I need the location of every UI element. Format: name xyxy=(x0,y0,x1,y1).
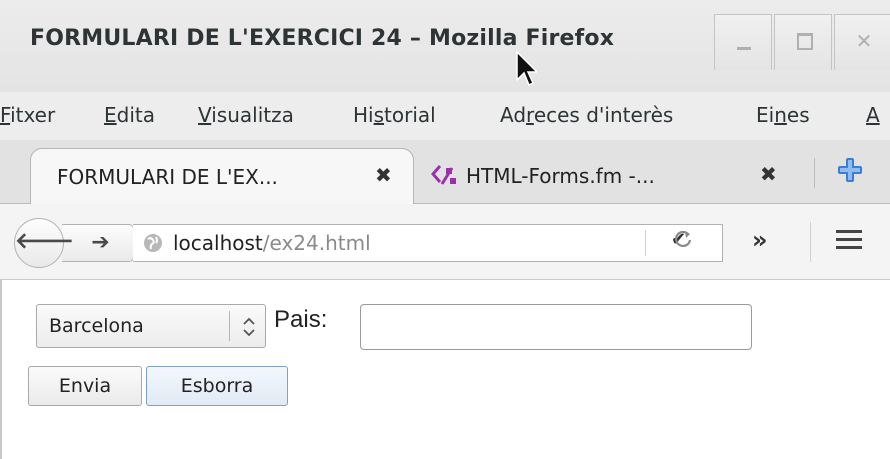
menu-adreces[interactable]: Adreces d'interès xyxy=(500,103,673,127)
menu-fitxer[interactable]: Fitxer xyxy=(0,103,55,127)
close-window-button[interactable]: ✕ xyxy=(834,14,890,70)
tab-close-icon[interactable]: ✖ xyxy=(760,162,777,186)
page-content: Barcelona Pais: Envia Esborra xyxy=(0,280,890,459)
menu-eines[interactable]: Eines xyxy=(756,103,810,127)
city-select[interactable]: Barcelona xyxy=(36,304,266,348)
maximize-button[interactable] xyxy=(774,14,832,70)
navigation-bar: ➔ 🡐 localhost/ex24.html ✔ » xyxy=(0,204,890,280)
new-tab-plus-icon[interactable] xyxy=(836,156,864,184)
title-bar: FORMULARI DE L'EXERCICI 24 – Mozilla Fir… xyxy=(0,0,890,92)
tab-label: HTML-Forms.fm -... xyxy=(466,164,655,188)
tab-bar: FORMULARI DE L'EX... ✖ HTML-Forms.fm -..… xyxy=(0,140,890,204)
close-icon: ✕ xyxy=(855,29,873,53)
url-bar[interactable]: localhost/ex24.html ✔ xyxy=(133,224,723,262)
pais-label: Pais: xyxy=(274,306,328,333)
url-host: localhost xyxy=(173,231,263,255)
select-updown-icon xyxy=(243,317,255,337)
reload-icon[interactable] xyxy=(672,228,694,250)
submit-button[interactable]: Envia xyxy=(28,366,142,406)
url-divider xyxy=(645,230,646,256)
window-title: FORMULARI DE L'EXERCICI 24 – Mozilla Fir… xyxy=(30,26,615,51)
tab-divider xyxy=(814,158,815,188)
firefox-window: FORMULARI DE L'EXERCICI 24 – Mozilla Fir… xyxy=(0,0,890,459)
hamburger-menu-icon[interactable] xyxy=(836,230,862,250)
tab-formulari[interactable]: FORMULARI DE L'EX... ✖ xyxy=(30,148,414,204)
select-divider xyxy=(229,311,230,341)
reset-button[interactable]: Esborra xyxy=(146,366,288,406)
tab-label: FORMULARI DE L'EX... xyxy=(57,165,278,189)
mouse-pointer-icon xyxy=(516,50,537,87)
menu-ajuda[interactable]: A xyxy=(866,103,880,127)
back-arrow-icon: 🡐 xyxy=(15,229,74,254)
tab-close-icon[interactable]: ✖ xyxy=(375,163,392,187)
html-forms-favicon-icon xyxy=(431,165,456,185)
minimize-button[interactable] xyxy=(714,14,772,70)
tab-html-forms[interactable]: HTML-Forms.fm -... ✖ xyxy=(414,148,790,204)
city-select-value: Barcelona xyxy=(49,315,144,337)
pais-input[interactable] xyxy=(360,304,752,350)
forward-arrow-icon: ➔ xyxy=(91,230,110,255)
menu-historial[interactable]: Historial xyxy=(353,103,436,127)
url-path: /ex24.html xyxy=(262,231,371,255)
maximize-icon xyxy=(797,33,813,50)
menu-visualitza[interactable]: Visualitza xyxy=(198,103,294,127)
toolbar-divider xyxy=(810,222,811,262)
minimize-icon xyxy=(737,47,751,50)
globe-icon xyxy=(144,234,162,252)
toolbar-overflow-icon[interactable]: » xyxy=(752,226,768,254)
menu-edita[interactable]: Edita xyxy=(104,103,155,127)
menu-bar: Fitxer Edita Visualitza Historial Adrece… xyxy=(0,92,890,140)
url-text[interactable]: localhost/ex24.html xyxy=(173,231,371,255)
back-button[interactable]: 🡐 xyxy=(14,218,74,268)
